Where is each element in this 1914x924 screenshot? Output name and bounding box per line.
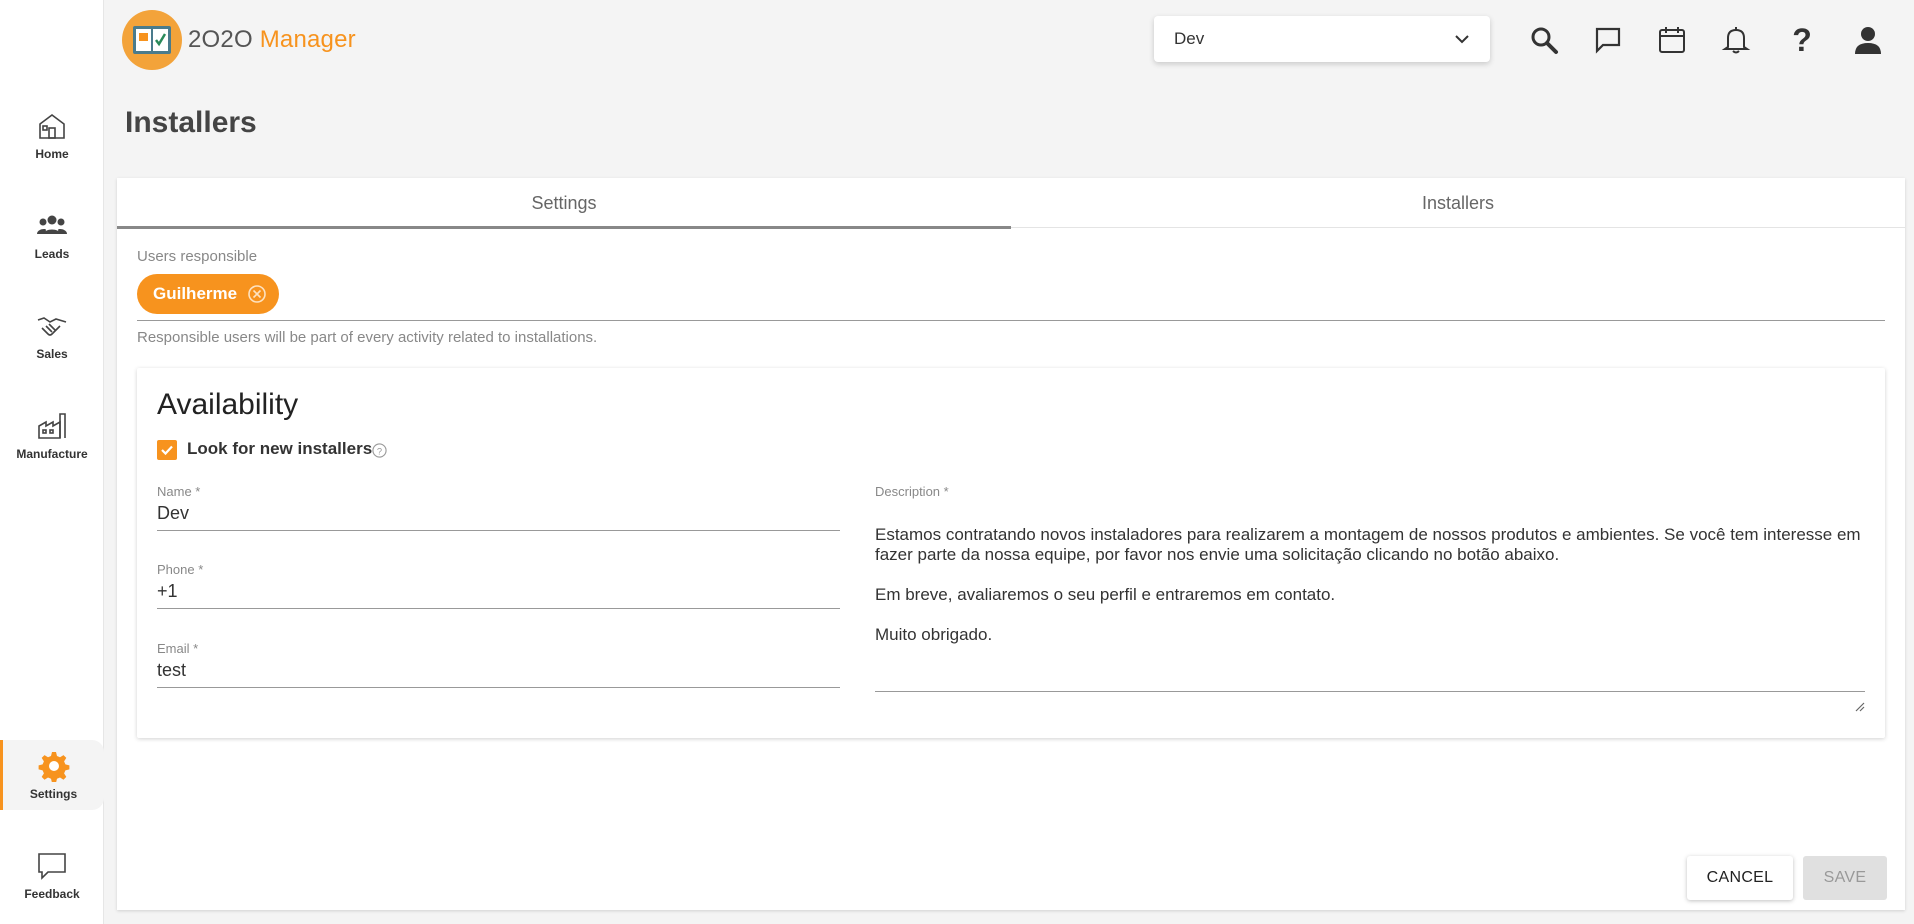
logo-prefix: 2O2O xyxy=(188,26,253,53)
user-chip[interactable]: Guilherme xyxy=(137,274,280,314)
svg-text:?: ? xyxy=(1792,25,1812,55)
sidebar: Home Leads Sales Manufacture Settings Fe… xyxy=(0,0,104,924)
gear-icon xyxy=(37,749,71,783)
chevron-down-icon xyxy=(1454,29,1470,49)
name-input[interactable] xyxy=(157,499,840,531)
tab-settings[interactable]: Settings xyxy=(117,178,1011,229)
description-field: Description * Estamos contratando novos … xyxy=(875,484,1865,712)
sidebar-item-label: Sales xyxy=(36,347,68,361)
logo-suffix: Manager xyxy=(259,26,356,53)
cancel-button[interactable]: CANCEL xyxy=(1687,856,1793,900)
chat-icon xyxy=(35,849,69,883)
email-field: Email * xyxy=(157,641,840,688)
bell-icon[interactable] xyxy=(1718,22,1754,58)
sidebar-item-label: Settings xyxy=(29,787,78,801)
message-icon[interactable] xyxy=(1590,22,1626,58)
description-textarea[interactable]: Estamos contratando novos instaladores p… xyxy=(875,505,1865,712)
close-icon[interactable] xyxy=(247,284,267,304)
name-field: Name * xyxy=(157,484,840,531)
availability-card: Availability Look for new installers ? N… xyxy=(137,368,1885,738)
app-logo[interactable]: 2O2O Manager xyxy=(122,10,356,70)
account-icon[interactable] xyxy=(1850,22,1886,58)
sidebar-item-home[interactable]: Home xyxy=(0,100,104,170)
logo-badge-icon xyxy=(122,10,182,70)
email-input[interactable] xyxy=(157,656,840,688)
phone-field: Phone * xyxy=(157,562,840,609)
users-icon xyxy=(35,209,69,243)
sidebar-item-feedback[interactable]: Feedback xyxy=(0,840,104,910)
environment-select[interactable]: Dev xyxy=(1154,16,1490,62)
email-label: Email * xyxy=(157,641,199,656)
sidebar-item-label: Leads xyxy=(34,247,70,261)
tab-installers[interactable]: Installers xyxy=(1011,178,1905,228)
sidebar-item-leads[interactable]: Leads xyxy=(0,200,104,270)
environment-select-value: Dev xyxy=(1174,29,1205,48)
page-title: Installers xyxy=(125,106,257,139)
calendar-icon[interactable] xyxy=(1654,22,1690,58)
phone-label: Phone * xyxy=(157,562,204,577)
help-circle-icon[interactable]: ? xyxy=(371,442,387,458)
search-icon[interactable] xyxy=(1526,22,1562,58)
description-underline xyxy=(875,691,1865,692)
help-icon[interactable]: ? xyxy=(1784,22,1820,58)
description-text: Estamos contratando novos instaladores p… xyxy=(875,525,1861,644)
sidebar-item-manufacture[interactable]: Manufacture xyxy=(0,400,104,470)
users-field-underline xyxy=(137,320,1885,321)
save-button[interactable]: SAVE xyxy=(1803,856,1887,900)
sidebar-item-label: Feedback xyxy=(24,887,80,901)
sidebar-item-label: Manufacture xyxy=(16,447,88,461)
description-label: Description * xyxy=(875,484,949,499)
user-chip-label: Guilherme xyxy=(153,284,238,303)
users-responsible-label: Users responsible xyxy=(137,248,258,265)
look-for-installers-label[interactable]: Look for new installers xyxy=(187,439,372,459)
sidebar-item-sales[interactable]: Sales xyxy=(0,300,104,370)
resize-handle-icon[interactable] xyxy=(1853,677,1865,712)
sidebar-item-label: Home xyxy=(35,147,69,161)
users-responsible-hint: Responsible users will be part of every … xyxy=(137,329,598,346)
name-label: Name * xyxy=(157,484,201,499)
settings-card: Settings Installers Users responsible Gu… xyxy=(117,178,1905,910)
factory-icon xyxy=(35,409,69,443)
svg-text:?: ? xyxy=(376,446,381,456)
home-icon xyxy=(35,109,69,143)
phone-input[interactable] xyxy=(157,577,840,609)
tab-bar: Settings Installers xyxy=(117,178,1905,229)
handshake-icon xyxy=(35,309,69,343)
availability-title: Availability xyxy=(157,388,299,421)
look-for-installers-checkbox[interactable] xyxy=(157,440,177,460)
sidebar-item-settings[interactable]: Settings xyxy=(0,740,104,810)
